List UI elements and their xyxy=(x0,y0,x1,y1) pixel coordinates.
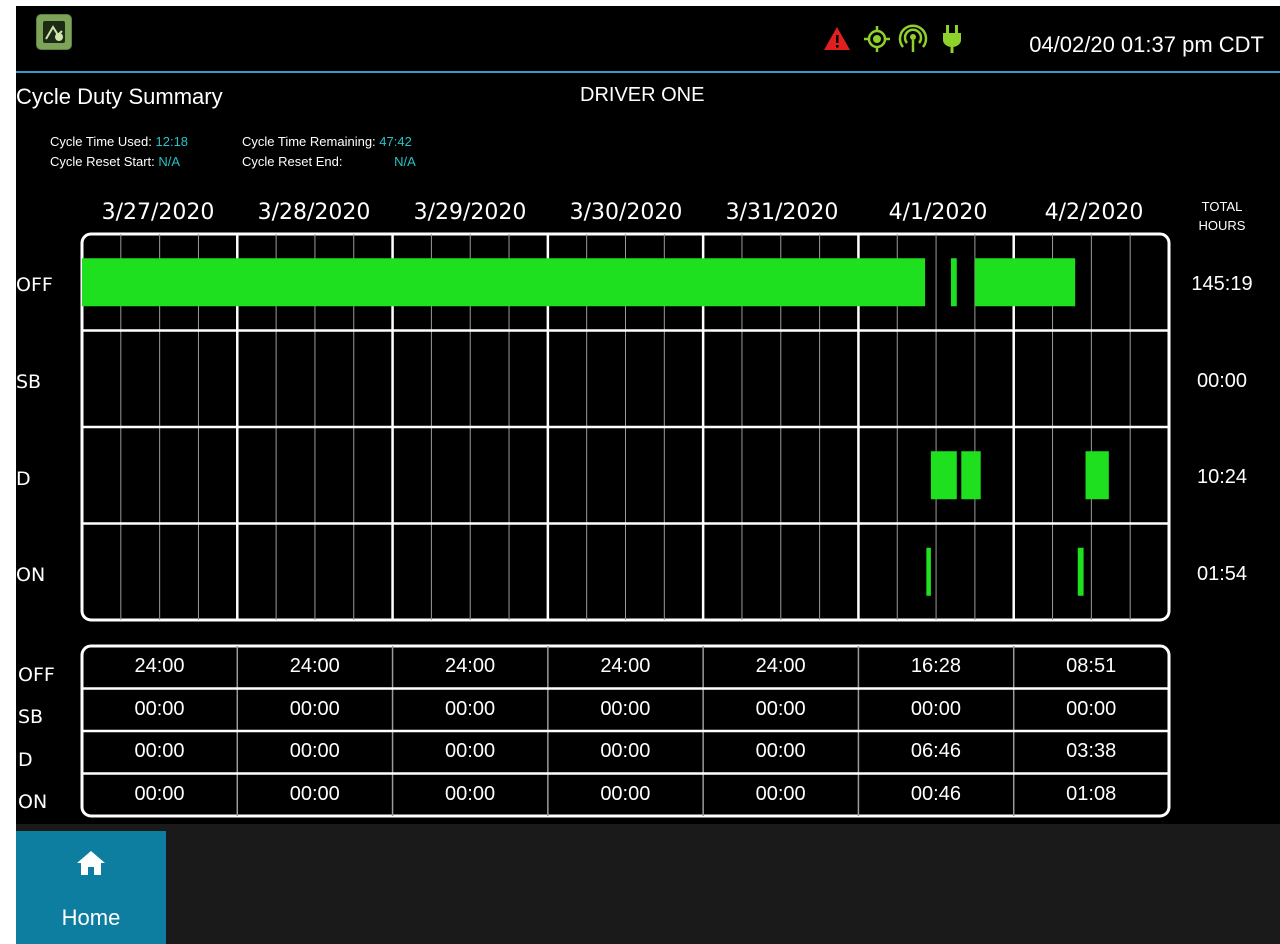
summary-cell-on: 00:00 xyxy=(289,782,340,805)
summary-cell-sb: 00:00 xyxy=(910,697,961,720)
summary-cell-sb: 00:00 xyxy=(445,697,496,720)
summary-cell-d: 03:38 xyxy=(1066,740,1117,762)
summary-label-d: D xyxy=(18,749,33,771)
summary-cell-on: 00:00 xyxy=(755,782,806,805)
bottom-nav: Home xyxy=(16,824,1280,944)
summary-cell-off: 24:00 xyxy=(755,655,806,677)
eld-screen: 04/02/20 01:37 pm CDT Cycle Duty Summary… xyxy=(16,6,1280,944)
summary-cell-on: 00:00 xyxy=(134,782,185,805)
summary-cell-sb: 00:00 xyxy=(600,697,651,720)
summary-cell-sb: 00:00 xyxy=(1066,697,1117,720)
summary-cell-d: 00:00 xyxy=(134,740,185,762)
home-button[interactable]: Home xyxy=(16,831,166,944)
home-icon xyxy=(77,851,105,875)
summary-cell-sb: 00:00 xyxy=(289,697,340,720)
summary-cell-off: 24:00 xyxy=(134,655,185,677)
summary-cell-off: 24:00 xyxy=(289,655,340,677)
summary-cell-on: 00:00 xyxy=(445,782,496,805)
summary-label-on: ON xyxy=(18,791,48,813)
summary-cell-off: 16:28 xyxy=(910,655,961,677)
summary-cell-off: 08:51 xyxy=(1066,655,1117,677)
summary-cell-d: 00:00 xyxy=(600,740,651,762)
summary-cell-off: 24:00 xyxy=(600,655,651,677)
summary-label-sb: SB xyxy=(18,706,44,728)
summary-cell-on: 00:00 xyxy=(600,782,651,805)
summary-cell-d: 00:00 xyxy=(289,740,340,762)
summary-cell-off: 24:00 xyxy=(445,655,496,677)
summary-cell-d: 00:00 xyxy=(755,740,806,762)
summary-cell-on: 01:08 xyxy=(1066,782,1117,805)
summary-label-off: OFF xyxy=(18,664,55,686)
summary-cell-on: 00:46 xyxy=(910,782,961,805)
summary-cell-d: 00:00 xyxy=(445,740,496,762)
summary-cell-d: 06:46 xyxy=(910,740,961,762)
home-button-label: Home xyxy=(61,905,121,930)
summary-cell-sb: 00:00 xyxy=(134,697,185,720)
summary-cell-sb: 00:00 xyxy=(755,697,806,720)
